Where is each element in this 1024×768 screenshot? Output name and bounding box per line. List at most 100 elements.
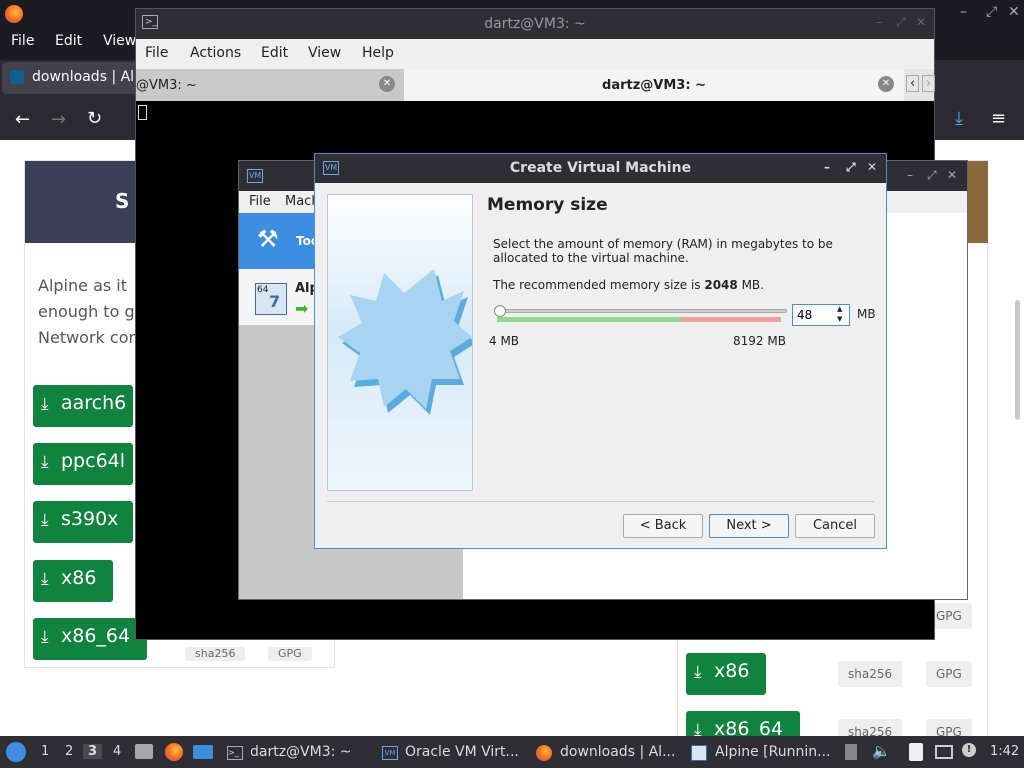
network-icon[interactable] bbox=[935, 745, 953, 759]
dialog-minimize-icon[interactable]: – bbox=[824, 160, 830, 174]
slider-thumb[interactable] bbox=[494, 305, 507, 317]
window-minimize-icon[interactable]: – bbox=[960, 4, 967, 20]
terminal-maximize-icon[interactable]: ⤢ bbox=[896, 15, 906, 30]
tray-storage-icon[interactable] bbox=[845, 744, 857, 760]
spin-up-icon[interactable]: ▲ bbox=[837, 305, 842, 313]
tab-close-icon[interactable]: ✕ bbox=[878, 76, 894, 92]
terminal-menu-actions[interactable]: Actions bbox=[190, 45, 241, 61]
file-manager-icon[interactable] bbox=[135, 744, 153, 759]
task-label: downloads | Al... bbox=[560, 744, 676, 760]
start-menu-icon[interactable] bbox=[6, 742, 26, 762]
tab-close-icon[interactable]: ✕ bbox=[379, 76, 395, 92]
task-firefox[interactable]: downloads | Al... bbox=[532, 740, 682, 766]
vbm-menu-file[interactable]: File bbox=[249, 194, 271, 209]
download-button-label: x86_64 bbox=[61, 625, 131, 647]
back-button[interactable]: < Back bbox=[623, 514, 703, 538]
recommended-prefix: The recommended memory size is bbox=[493, 278, 705, 292]
download-aarch64-button[interactable]: ⤓ aarch6 bbox=[33, 385, 133, 427]
back-icon[interactable]: ← bbox=[15, 109, 30, 130]
recommended-value: 2048 bbox=[704, 278, 738, 292]
tab-scroll-left-icon[interactable]: ‹ bbox=[906, 75, 920, 92]
create-vm-dialog: VM Create Virtual Machine – ⤢ ✕ Memory s… bbox=[314, 153, 887, 549]
show-desktop-icon[interactable] bbox=[193, 745, 213, 759]
vbm-close-icon[interactable]: ✕ bbox=[947, 168, 957, 182]
spin-down-icon[interactable]: ▼ bbox=[837, 315, 842, 323]
taskbar: 1 2 3 4 >_ dartz@VM3: ~ VM Oracle VM Vir… bbox=[0, 736, 1024, 768]
tab-scroll-right-icon[interactable]: › bbox=[922, 75, 936, 92]
next-button[interactable]: Next > bbox=[709, 514, 789, 538]
memory-unit-label: MB bbox=[857, 307, 876, 321]
memory-slider[interactable] bbox=[491, 304, 787, 326]
task-label: Oracle VM Virt... bbox=[405, 744, 519, 760]
vbm-maximize-icon[interactable]: ⤢ bbox=[927, 168, 937, 183]
download-s390x-button[interactable]: ⤓ s390x bbox=[33, 501, 133, 543]
slider-min-label: 4 MB bbox=[489, 334, 520, 348]
firefox-menu-file[interactable]: File bbox=[11, 33, 34, 49]
volume-icon[interactable]: 🔈 bbox=[872, 742, 891, 760]
tab-favicon-icon bbox=[10, 70, 24, 84]
vm-os-icon bbox=[691, 745, 707, 761]
terminal-cursor bbox=[138, 105, 147, 120]
workspace-3[interactable]: 3 bbox=[83, 744, 103, 759]
terminal-tabbar: @VM3: ~ ✕ dartz@VM3: ~ ✕ ‹ › bbox=[136, 69, 936, 101]
terminal-app-icon: >_ bbox=[227, 746, 243, 760]
back-button-label: < Back bbox=[639, 518, 687, 533]
terminal-close-icon[interactable]: ✕ bbox=[916, 15, 926, 29]
vbm-minimize-icon[interactable]: – bbox=[907, 168, 913, 182]
terminal-titlebar: >_ dartz@VM3: ~ – ⤢ ✕ bbox=[136, 9, 934, 39]
memory-spinbox[interactable]: ▲ ▼ bbox=[792, 304, 850, 326]
dialog-separator bbox=[327, 501, 874, 502]
task-virtualbox[interactable]: VM Oracle VM Virt... bbox=[377, 740, 527, 766]
virtualbox-app-icon: VM bbox=[323, 161, 339, 175]
gpg-chip[interactable]: GPG bbox=[926, 661, 972, 687]
download-button-label: aarch6 bbox=[61, 392, 127, 414]
intro-line: Alpine as it bbox=[38, 276, 128, 295]
terminal-app-icon: >_ bbox=[142, 15, 158, 29]
clock: 1:42 bbox=[990, 744, 1020, 759]
memory-size-input[interactable] bbox=[793, 305, 835, 325]
task-alpine-vm[interactable]: Alpine [Runnin... bbox=[687, 740, 835, 766]
firefox-launcher-icon[interactable] bbox=[165, 743, 183, 761]
terminal-menu-file[interactable]: File bbox=[145, 45, 168, 61]
download-x86-64-button[interactable]: ⤓ x86_64 bbox=[33, 618, 147, 660]
window-close-icon[interactable]: ✕ bbox=[1008, 4, 1020, 20]
window-maximize-icon[interactable]: ⤢ bbox=[986, 4, 997, 20]
firefox-menu-view[interactable]: View bbox=[103, 33, 136, 49]
cancel-button[interactable]: Cancel bbox=[795, 514, 875, 538]
forward-icon[interactable]: → bbox=[51, 109, 66, 130]
terminal-menu-view[interactable]: View bbox=[308, 45, 341, 61]
workspace-4[interactable]: 4 bbox=[113, 744, 121, 759]
card-banner-text: S bbox=[115, 189, 130, 213]
terminal-minimize-icon[interactable]: – bbox=[876, 15, 882, 29]
reload-icon[interactable]: ↻ bbox=[87, 108, 102, 129]
download-icon: ⤓ bbox=[694, 662, 702, 682]
vm-os-badge: 64 bbox=[257, 285, 269, 295]
vm-os-glyph: 7 bbox=[269, 292, 281, 311]
firefox-tab-downloads[interactable]: downloads | Alp bbox=[2, 62, 142, 94]
sha256-chip[interactable]: sha256 bbox=[185, 647, 246, 661]
notification-icon[interactable]: ! bbox=[962, 743, 976, 757]
download-x86-button-right[interactable]: ⤓ x86 bbox=[686, 653, 766, 695]
hamburger-menu-icon[interactable]: ≡ bbox=[991, 108, 1006, 129]
dialog-close-icon[interactable]: ✕ bbox=[867, 160, 877, 174]
download-ppc64le-button[interactable]: ⤓ ppc64l bbox=[33, 443, 133, 485]
workspace-1[interactable]: 1 bbox=[41, 744, 49, 759]
gpg-chip[interactable]: GPG bbox=[268, 647, 312, 661]
downloads-icon[interactable]: ⤓ bbox=[955, 108, 963, 129]
terminal-menu-edit[interactable]: Edit bbox=[261, 45, 288, 61]
sha256-chip[interactable]: sha256 bbox=[838, 661, 903, 687]
intro-line: enough to g bbox=[38, 302, 135, 321]
download-icon: ⤓ bbox=[41, 510, 49, 530]
terminal-menu-help[interactable]: Help bbox=[362, 45, 394, 61]
terminal-tab-2[interactable]: dartz@VM3: ~ ✕ bbox=[404, 69, 904, 101]
page-scrollbar[interactable] bbox=[1015, 300, 1020, 420]
workspace-2[interactable]: 2 bbox=[65, 744, 73, 759]
download-x86-button[interactable]: ⤓ x86 bbox=[33, 560, 113, 602]
clipboard-icon[interactable] bbox=[909, 743, 923, 761]
dialog-maximize-icon[interactable]: ⤢ bbox=[846, 160, 856, 175]
terminal-tab-1[interactable]: @VM3: ~ ✕ bbox=[136, 69, 404, 101]
task-terminal[interactable]: >_ dartz@VM3: ~ bbox=[222, 740, 362, 766]
terminal-title: dartz@VM3: ~ bbox=[484, 16, 586, 32]
firefox-logo-icon bbox=[5, 5, 23, 23]
firefox-menu-edit[interactable]: Edit bbox=[55, 33, 82, 49]
